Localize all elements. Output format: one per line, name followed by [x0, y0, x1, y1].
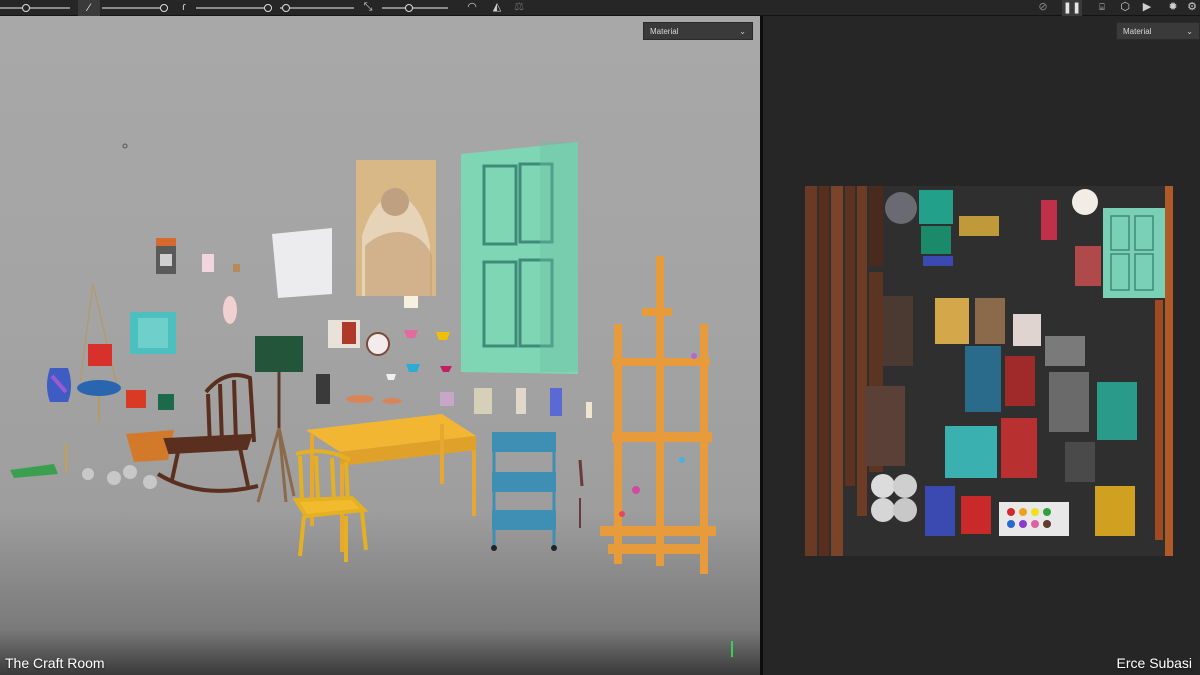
floor-lamp[interactable] — [255, 336, 303, 503]
easel[interactable] — [600, 256, 716, 574]
embroidery-hoop[interactable] — [366, 332, 390, 356]
pivot-marker — [122, 143, 128, 149]
scene-objects — [10, 142, 716, 574]
jar[interactable] — [202, 254, 214, 272]
red-pot[interactable] — [126, 390, 146, 408]
symmetry-icon[interactable]: ◠ — [466, 0, 478, 16]
green-pot[interactable] — [158, 394, 174, 410]
brush-icon: ⁄ — [88, 2, 90, 14]
texture-shading-label: Material — [1123, 27, 1152, 36]
brush-hardness-slider[interactable] — [382, 7, 448, 9]
glue-stick[interactable] — [586, 402, 592, 418]
scene-title: The Craft Room — [5, 655, 105, 671]
vase[interactable] — [47, 368, 71, 402]
sketchbook[interactable] — [10, 464, 58, 478]
paint-brushes[interactable] — [578, 459, 584, 528]
brush-spacing-slider[interactable] — [280, 7, 354, 9]
yarn-balls[interactable] — [82, 465, 157, 489]
door-panel[interactable] — [461, 142, 578, 374]
rolling-cart[interactable] — [491, 432, 557, 551]
gear-icon[interactable]: ✹ — [1166, 0, 1180, 16]
settings-icon[interactable]: ⚙ — [1186, 0, 1198, 16]
slipper[interactable] — [223, 296, 237, 324]
brush-size-knob[interactable] — [22, 4, 30, 12]
brush-size-slider[interactable] — [0, 7, 70, 9]
cursor-icon[interactable]: ⤡ — [362, 0, 374, 16]
teal-canvas[interactable] — [130, 312, 176, 354]
brush-spacing-knob[interactable] — [282, 4, 290, 12]
visibility-off-icon[interactable]: ⊘ — [1036, 0, 1050, 16]
hanging-planter[interactable] — [77, 283, 121, 422]
sticky-note[interactable] — [404, 296, 418, 308]
yellow-chair[interactable] — [292, 449, 369, 562]
tin-can[interactable] — [474, 388, 492, 414]
tiny-box[interactable] — [233, 264, 240, 272]
brush-hardness-knob[interactable] — [405, 4, 413, 12]
brush-flow-knob[interactable] — [264, 4, 272, 12]
top-toolbar: ⁄ ɾ ⤡ ◠ ◭ ⚖ ⊘ ❚❚ ⌸ ⬡ ▶ ✹ ⚙ — [0, 0, 1200, 16]
brush-opacity-slider[interactable] — [102, 7, 166, 9]
video-icon[interactable]: ▶ — [1140, 0, 1154, 16]
blank-canvas[interactable] — [272, 228, 332, 298]
photo-frame[interactable] — [328, 320, 360, 348]
watercolor-palette[interactable] — [316, 374, 330, 404]
artist-credit: Erce Subasi — [1116, 655, 1192, 671]
mask-icon[interactable]: ◭ — [491, 0, 503, 16]
cube-icon[interactable]: ⬡ — [1118, 0, 1132, 16]
uv-texture-viewport[interactable]: Material ⌄ — [763, 16, 1200, 675]
paint-tube[interactable] — [550, 388, 562, 416]
transform-icon[interactable]: ⚖ — [513, 0, 525, 16]
axis-gizmo — [731, 641, 733, 657]
coffee-maker[interactable] — [156, 238, 176, 274]
brush-tool-button[interactable]: ⁄ — [78, 0, 100, 16]
small-box[interactable] — [440, 392, 454, 406]
brush-flow-slider[interactable] — [196, 7, 270, 9]
teacups[interactable] — [386, 330, 452, 380]
3d-viewport[interactable]: Material ⌄ — [0, 16, 760, 675]
brush-opacity-knob[interactable] — [160, 4, 168, 12]
pause-button[interactable]: ❚❚ — [1062, 0, 1082, 16]
plates[interactable] — [346, 395, 402, 404]
stroke-icon[interactable]: ɾ — [178, 0, 190, 16]
chevron-down-icon: ⌄ — [1186, 27, 1193, 36]
portrait-painting[interactable] — [356, 160, 436, 296]
texture-shading-dropdown[interactable]: Material ⌄ — [1116, 22, 1200, 40]
bottle[interactable] — [516, 388, 526, 414]
pause-icon: ❚❚ — [1062, 2, 1082, 14]
texture-atlas — [805, 186, 1173, 556]
camera-icon[interactable]: ⌸ — [1094, 0, 1110, 16]
